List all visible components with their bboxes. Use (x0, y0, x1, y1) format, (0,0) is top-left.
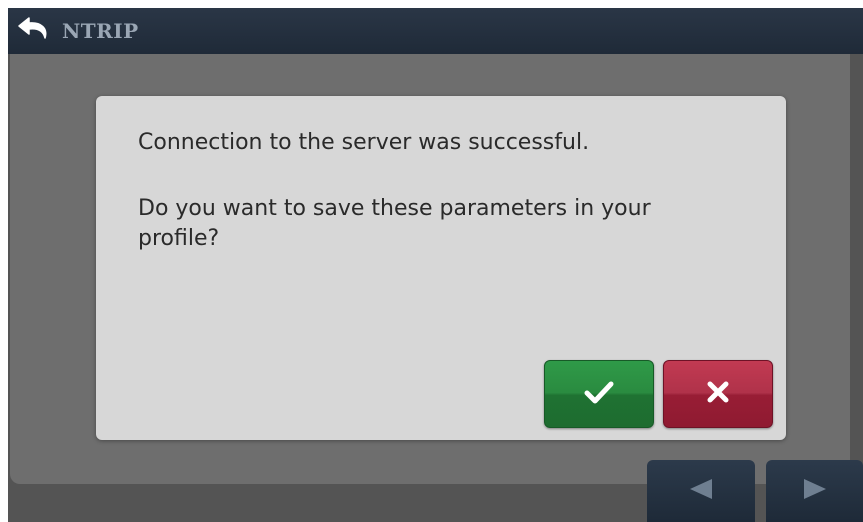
screen: NTRIP Connection to the server was succe… (0, 0, 863, 522)
back-button[interactable] (8, 8, 60, 54)
back-arrow-icon (17, 16, 51, 46)
close-icon (706, 380, 730, 408)
dialog-message-question: Do you want to save these parameters in … (138, 196, 651, 251)
triangle-left-icon (686, 477, 716, 505)
confirmation-dialog: Connection to the server was successful.… (96, 96, 786, 440)
dialog-message-success: Connection to the server was successful. (138, 130, 590, 155)
next-page-button[interactable] (766, 460, 863, 522)
previous-page-button[interactable] (647, 460, 755, 522)
triangle-right-icon (800, 477, 830, 505)
confirm-button[interactable] (544, 360, 654, 428)
cancel-button[interactable] (663, 360, 773, 428)
title-bar: NTRIP (8, 8, 863, 54)
checkmark-icon (584, 380, 614, 408)
page-title: NTRIP (62, 19, 139, 43)
